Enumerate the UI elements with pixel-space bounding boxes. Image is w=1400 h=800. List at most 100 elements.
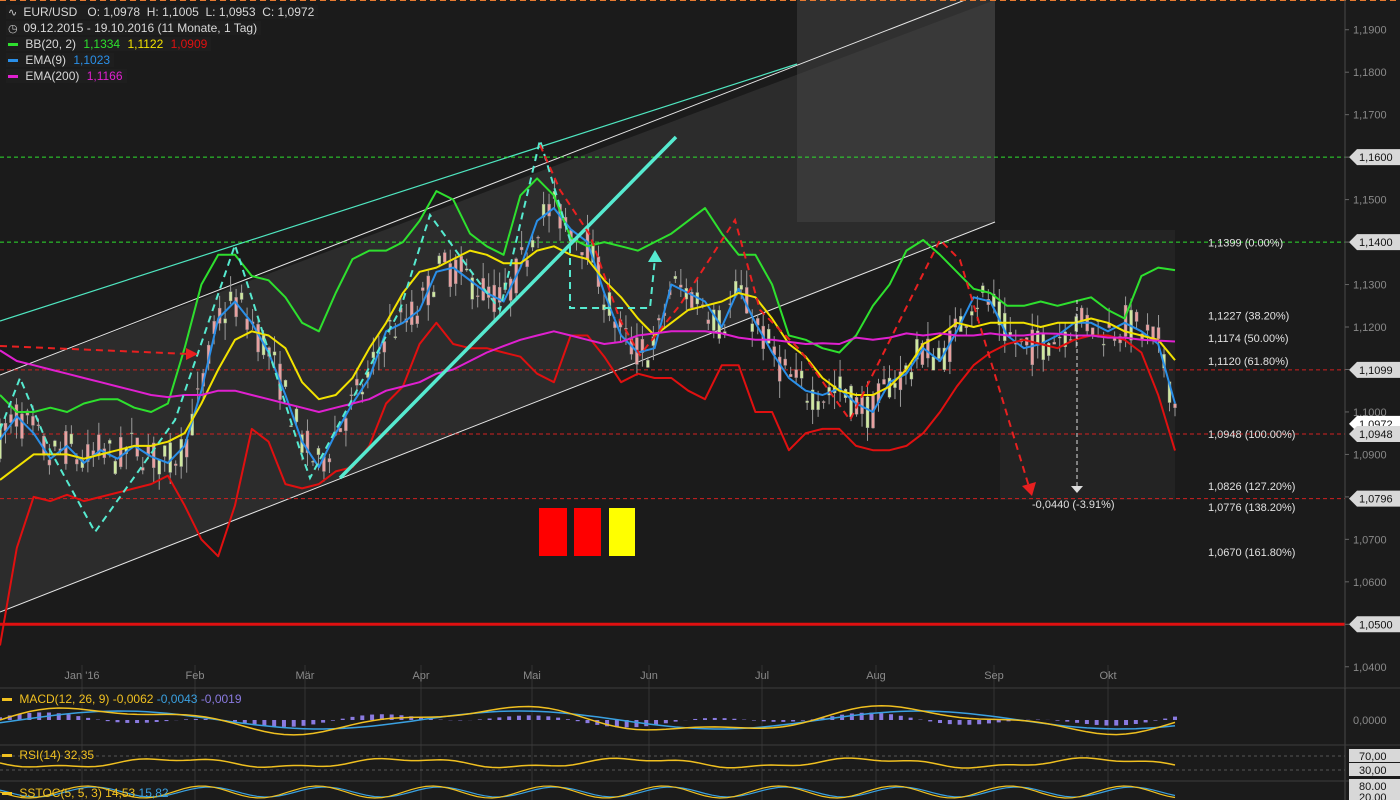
candle-body: [849, 385, 853, 418]
candle-body: [454, 259, 458, 284]
bb-upper-value: 1,1334: [83, 37, 121, 51]
candle-body: [355, 378, 359, 386]
candle-body: [234, 297, 238, 318]
candle-body: [256, 324, 260, 353]
x-tick-label: Mär: [296, 670, 315, 682]
candle-body: [272, 351, 277, 356]
macd-histogram-bar: [977, 720, 982, 725]
macd-histogram-bar: [575, 720, 580, 722]
candle-body: [344, 418, 348, 431]
macd-histogram-bar: [477, 719, 482, 720]
chart-legend: ∿ EUR/USD O: 1,0978 H: 1,1005 L: 1,0953 …: [0, 4, 319, 84]
x-tick-label: Jan '16: [64, 670, 99, 682]
candle-body: [360, 391, 365, 395]
candle-body: [1079, 307, 1084, 321]
candle-body: [53, 440, 57, 447]
macd-histogram-bar: [996, 720, 1001, 723]
macd-histogram-bar: [1163, 718, 1168, 720]
macd-histogram-bar: [321, 720, 326, 723]
candle-body: [1057, 336, 1062, 339]
candle-body: [108, 440, 112, 444]
macd-histogram-bar: [585, 720, 590, 724]
candle-body: [475, 295, 480, 297]
price-label-text: 1,0948: [1359, 429, 1393, 441]
legend-ema200[interactable]: EMA(200) 1,1166: [0, 68, 318, 84]
macd-histogram-bar: [556, 717, 561, 720]
macd-histogram-bar: [1173, 716, 1177, 720]
y-tick-label: 1,0900: [1353, 449, 1387, 461]
ohlc-low: L: 1,0953: [205, 5, 256, 19]
candle-body: [788, 374, 793, 377]
fib-label: 1,0826 (127.20%): [1208, 481, 1295, 493]
macd-histogram-bar: [1124, 720, 1129, 726]
bb-lower-value: 1,0909: [170, 37, 208, 51]
candle-body: [349, 394, 354, 396]
macd-zero-tick: 0,0000: [1353, 715, 1387, 727]
macd-histogram-bar: [135, 720, 140, 724]
fib-label: 1,1120 (61.80%): [1208, 356, 1289, 368]
candle-body: [679, 284, 683, 288]
sstoc-swatch: [2, 792, 12, 796]
ohlc-high: H: 1,1005: [146, 5, 199, 19]
macd-histogram-bar: [761, 720, 766, 722]
candle-body: [174, 463, 178, 466]
legend-bb[interactable]: BB(20, 2) 1,1334 1,1122 1,0909: [0, 36, 318, 52]
macd-histogram-bar: [76, 716, 81, 720]
legend-title-row: ∿ EUR/USD O: 1,0978 H: 1,1005 L: 1,0953 …: [0, 4, 319, 20]
candle-body: [421, 287, 425, 291]
price-label-text: 1,0796: [1359, 494, 1393, 506]
chart-canvas[interactable]: 1,1399 (0.00%) 1,1227 (38.20%) 1,1174 (50.…: [0, 0, 1400, 800]
candle-body: [130, 432, 134, 435]
candle-body: [31, 416, 35, 426]
ohlc-close: C: 1,0972: [262, 5, 315, 19]
candle-body: [646, 360, 650, 368]
candle-body: [168, 442, 172, 473]
candle-body: [36, 424, 41, 427]
price-label: 1,0796: [1349, 490, 1400, 507]
macd-histogram-bar: [673, 720, 678, 722]
signal-box-red-2: [574, 508, 601, 556]
macd-histogram-bar: [507, 716, 512, 720]
macd-histogram-bar: [193, 718, 198, 720]
sstoc-value: 14,53: [105, 786, 136, 800]
macd-histogram-bar: [938, 720, 942, 724]
macd-histogram-bar: [986, 720, 991, 724]
signal-box-yellow: [609, 508, 635, 556]
candle-body: [69, 433, 74, 445]
candle-body: [673, 275, 678, 279]
macd-histogram-bar: [487, 718, 492, 720]
candle-body: [931, 356, 936, 371]
candle-body: [805, 400, 809, 403]
candle-body: [783, 358, 787, 366]
candle-body: [388, 320, 392, 322]
symbol-label: EUR/USD: [23, 5, 78, 19]
fib-label: 1,0670 (161.80%): [1208, 547, 1295, 559]
macd-histogram-bar: [86, 717, 91, 720]
candle-body: [865, 396, 870, 429]
price-label: 1,1099: [1349, 361, 1400, 378]
macd-value: -0,0062: [112, 692, 154, 706]
ema200-value: 1,1166: [86, 69, 123, 83]
macd-signal-value: -0,0043: [156, 692, 198, 706]
legend-ema9[interactable]: EMA(9) 1,1023: [0, 52, 318, 68]
macd-histogram-bar: [967, 720, 972, 725]
ema200-swatch: [8, 75, 18, 79]
macd-histogram-bar: [879, 713, 884, 720]
macd-histogram-bar: [634, 720, 639, 728]
macd-histogram-bar: [928, 720, 933, 722]
x-tick-label: Aug: [866, 670, 886, 682]
candle-body: [1041, 332, 1045, 360]
macd-histogram-bar: [184, 719, 189, 720]
candle-body: [657, 318, 661, 321]
x-tick-label: Sep: [984, 670, 1004, 682]
candle-body: [465, 268, 469, 271]
candle-body: [223, 318, 227, 324]
rsi-tick-label: 30,00: [1359, 765, 1387, 777]
candle-body: [228, 291, 233, 302]
rsi-value: 32,35: [64, 748, 95, 762]
macd-histogram-bar: [1104, 720, 1109, 726]
ema9-label: EMA(9): [25, 53, 67, 67]
candle-body: [1052, 341, 1056, 345]
candle-body: [75, 459, 79, 465]
candle-body: [799, 370, 804, 379]
